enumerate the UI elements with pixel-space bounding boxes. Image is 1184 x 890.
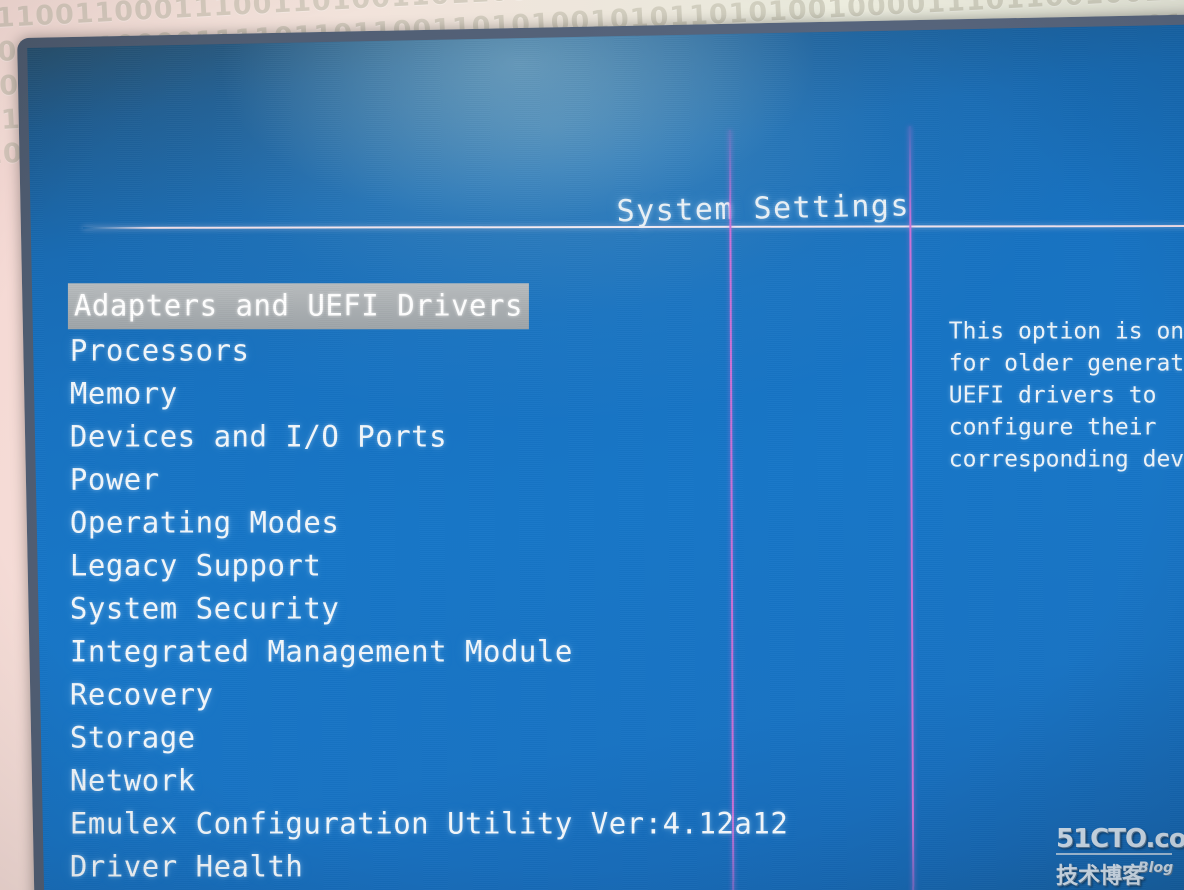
uefi-setup-content: System Settings Adapters and UEFI Driver… <box>27 24 1184 890</box>
menu-item-devices-and-io-ports[interactable]: Devices and I/O Ports <box>68 415 768 458</box>
help-text-line: for older generation <box>948 350 1184 377</box>
watermark-site: 51CTO.com <box>1056 824 1184 854</box>
menu-item-processors[interactable]: Processors <box>68 329 768 372</box>
menu-item-driver-health[interactable]: Driver Health <box>68 845 768 888</box>
help-text-line: corresponding device <box>948 446 1184 473</box>
menu-item-recovery[interactable]: Recovery <box>68 673 768 716</box>
help-panel: This option is only for older generation… <box>949 316 1184 476</box>
menu-item-emulex-configuration-utility[interactable]: Emulex Configuration Utility Ver:4.12a12 <box>68 802 788 845</box>
watermark-chinese: 技术博客 <box>1056 864 1145 889</box>
menu-item-power[interactable]: Power <box>68 458 768 501</box>
watermark-blog: Blog <box>1138 860 1174 876</box>
settings-menu-list[interactable]: Adapters and UEFI Drivers Processors Mem… <box>67 283 788 888</box>
menu-item-storage[interactable]: Storage <box>68 716 768 759</box>
menu-item-adapters-and-uefi-drivers[interactable]: Adapters and UEFI Drivers <box>67 283 529 330</box>
menu-item-legacy-support[interactable]: Legacy Support <box>68 544 768 587</box>
monitor-screen: System Settings Adapters and UEFI Driver… <box>27 24 1184 890</box>
help-text-line: configure their <box>948 414 1157 441</box>
watermark-rule <box>1056 853 1172 855</box>
photo-of-uefi-setup-screen: 0011001100011100110100110110001100110110… <box>0 0 1184 890</box>
menu-item-integrated-management-module[interactable]: Integrated Management Module <box>68 630 768 673</box>
watermark-51cto: 51CTO.com 技术博客 Blog <box>1052 820 1184 889</box>
page-title: System Settings <box>616 188 911 230</box>
menu-item-memory[interactable]: Memory <box>68 372 768 415</box>
menu-item-operating-modes[interactable]: Operating Modes <box>68 501 768 544</box>
menu-item-network[interactable]: Network <box>68 759 768 802</box>
menu-item-system-security[interactable]: System Security <box>68 587 768 630</box>
column-divider-right <box>908 126 915 890</box>
help-text-line: This option is only <box>948 318 1184 345</box>
help-text-line: UEFI drivers to <box>948 382 1157 409</box>
